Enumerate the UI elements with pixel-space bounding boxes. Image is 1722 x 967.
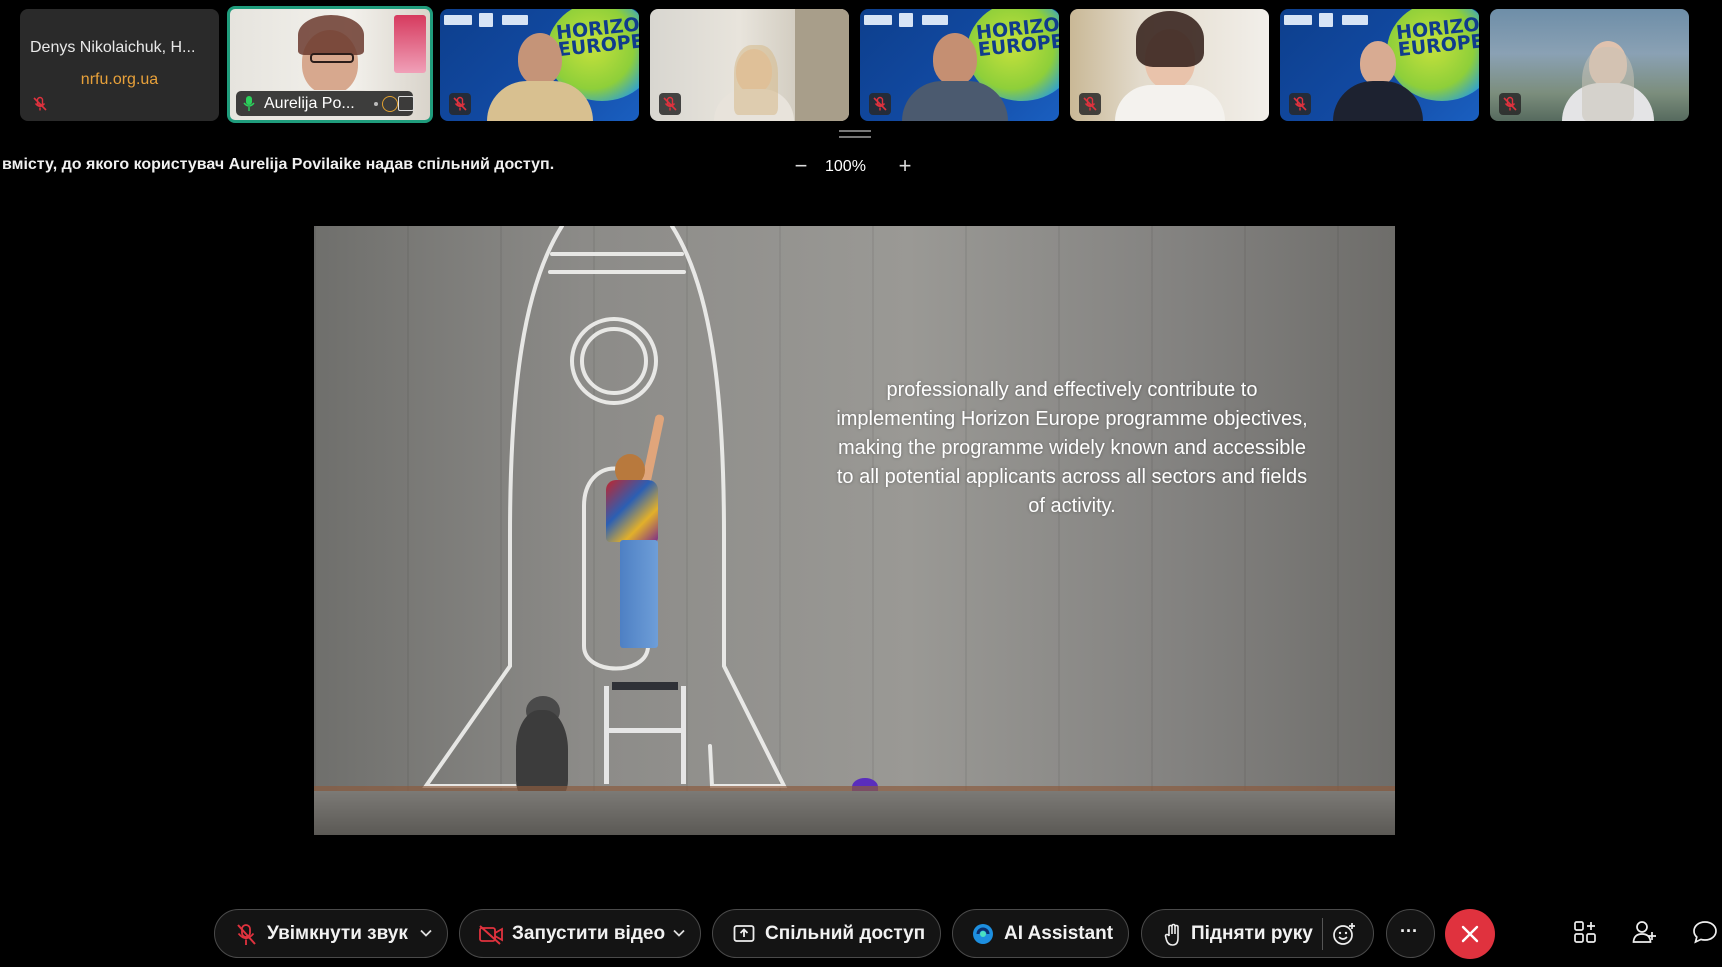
participant-tile-aurelija[interactable]: Aurelija Po... [227, 6, 433, 123]
chevron-down-icon[interactable] [672, 926, 686, 945]
participant-hair [1136, 11, 1204, 67]
participant-video [487, 33, 593, 121]
logo-strip [1284, 15, 1312, 25]
mic-muted-icon [29, 93, 51, 115]
mic-muted-icon [869, 93, 891, 115]
participant-tile-6[interactable] [1070, 9, 1269, 121]
participants-icon[interactable] [1632, 920, 1658, 949]
participant-video [1333, 41, 1423, 121]
resize-handle[interactable] [839, 130, 871, 138]
mic-muted-icon [659, 93, 681, 115]
separator [1322, 918, 1323, 950]
raise-hand-icon [1164, 923, 1182, 952]
unmute-label: Увімкнути звук [267, 923, 408, 944]
raise-hand-button[interactable]: Підняти руку [1141, 909, 1374, 958]
participant-tile-8[interactable] [1490, 9, 1689, 121]
participant-tile-4[interactable] [650, 9, 849, 121]
logo-strip [899, 13, 913, 27]
shared-screen: professionally and effectively contribut… [314, 192, 1395, 868]
participant-name: Aurelija Po... [264, 95, 355, 112]
logo-strip [864, 15, 892, 25]
share-label: Спільний доступ [765, 923, 926, 944]
logo-strip [922, 15, 948, 25]
slide-text: professionally and effectively contribut… [836, 379, 1308, 517]
video-off-icon [478, 925, 504, 950]
presentation-slide: professionally and effectively contribut… [314, 226, 1395, 835]
participant-strip: Denys Nikolaichuk, H... nrfu.org.ua Aure… [0, 0, 1722, 127]
logo-strip [502, 15, 528, 25]
participant-tile-7[interactable]: HORIZON EUROPE [1280, 9, 1479, 121]
ground [314, 791, 1395, 835]
glasses [310, 53, 354, 63]
participant-hair [734, 45, 778, 115]
chat-icon[interactable] [1692, 920, 1718, 949]
mic-muted-icon [1289, 93, 1311, 115]
more-button[interactable]: ··· [1386, 909, 1435, 958]
share-screen-icon [733, 924, 755, 949]
logo-strip [479, 13, 493, 27]
start-video-button[interactable]: Запустити відео [459, 909, 701, 958]
mic-muted-icon [449, 93, 471, 115]
participant-name: Denys Nikolaichuk, H... [30, 39, 196, 56]
ai-assistant-button[interactable]: AI Assistant [952, 909, 1129, 958]
share-button[interactable]: Спільний доступ [712, 909, 941, 958]
logo-strip [1342, 15, 1368, 25]
spotlight-icon [382, 96, 398, 112]
participant-hair [298, 15, 364, 55]
participant-video [902, 33, 1008, 121]
mic-icon [242, 95, 256, 117]
zoom-in-button[interactable]: + [896, 155, 914, 177]
step-stool-step [608, 728, 682, 733]
more-icon: ··· [1400, 921, 1418, 941]
participant-hair [1582, 47, 1634, 121]
child-jeans [620, 540, 658, 648]
apps-icon[interactable] [1573, 920, 1597, 949]
logo-strip [1319, 13, 1333, 27]
step-stool-legs [604, 686, 686, 784]
share-screen-icon [398, 96, 414, 111]
start-video-label: Запустити відео [512, 923, 666, 944]
participant-name-pill: Aurelija Po... [236, 91, 414, 117]
ai-assistant-icon [971, 922, 995, 951]
participant-org: nrfu.org.ua [80, 71, 159, 88]
unmute-button[interactable]: Увімкнути звук [214, 909, 448, 958]
mic-muted-icon [1499, 93, 1521, 115]
raise-hand-label: Підняти руку [1191, 923, 1313, 944]
zoom-level: 100% [825, 158, 866, 175]
background-wall [795, 9, 849, 121]
share-status-text: вмісту, до якого користувач Aurelija Pov… [2, 156, 555, 173]
child-shirt [606, 480, 658, 542]
mic-muted-icon [1079, 93, 1101, 115]
logo-strip [444, 15, 472, 25]
dog [516, 710, 568, 798]
ai-assistant-label: AI Assistant [1004, 923, 1114, 944]
participant-tile-denys[interactable]: Denys Nikolaichuk, H... nrfu.org.ua [20, 9, 219, 121]
separator-dot [374, 102, 378, 106]
participant-tile-5[interactable]: HORIZON EUROPE [860, 9, 1059, 121]
zoom-out-button[interactable]: − [792, 155, 810, 177]
participant-tile-3[interactable]: HORIZON EUROPE [440, 9, 639, 121]
reaction-icon[interactable] [1332, 922, 1356, 951]
close-icon [1461, 925, 1479, 943]
mic-muted-icon [235, 923, 257, 952]
chalk-rocket-drawing [422, 226, 788, 788]
background-art [394, 15, 426, 73]
chevron-down-icon[interactable] [419, 926, 433, 945]
end-call-button[interactable] [1445, 909, 1495, 959]
